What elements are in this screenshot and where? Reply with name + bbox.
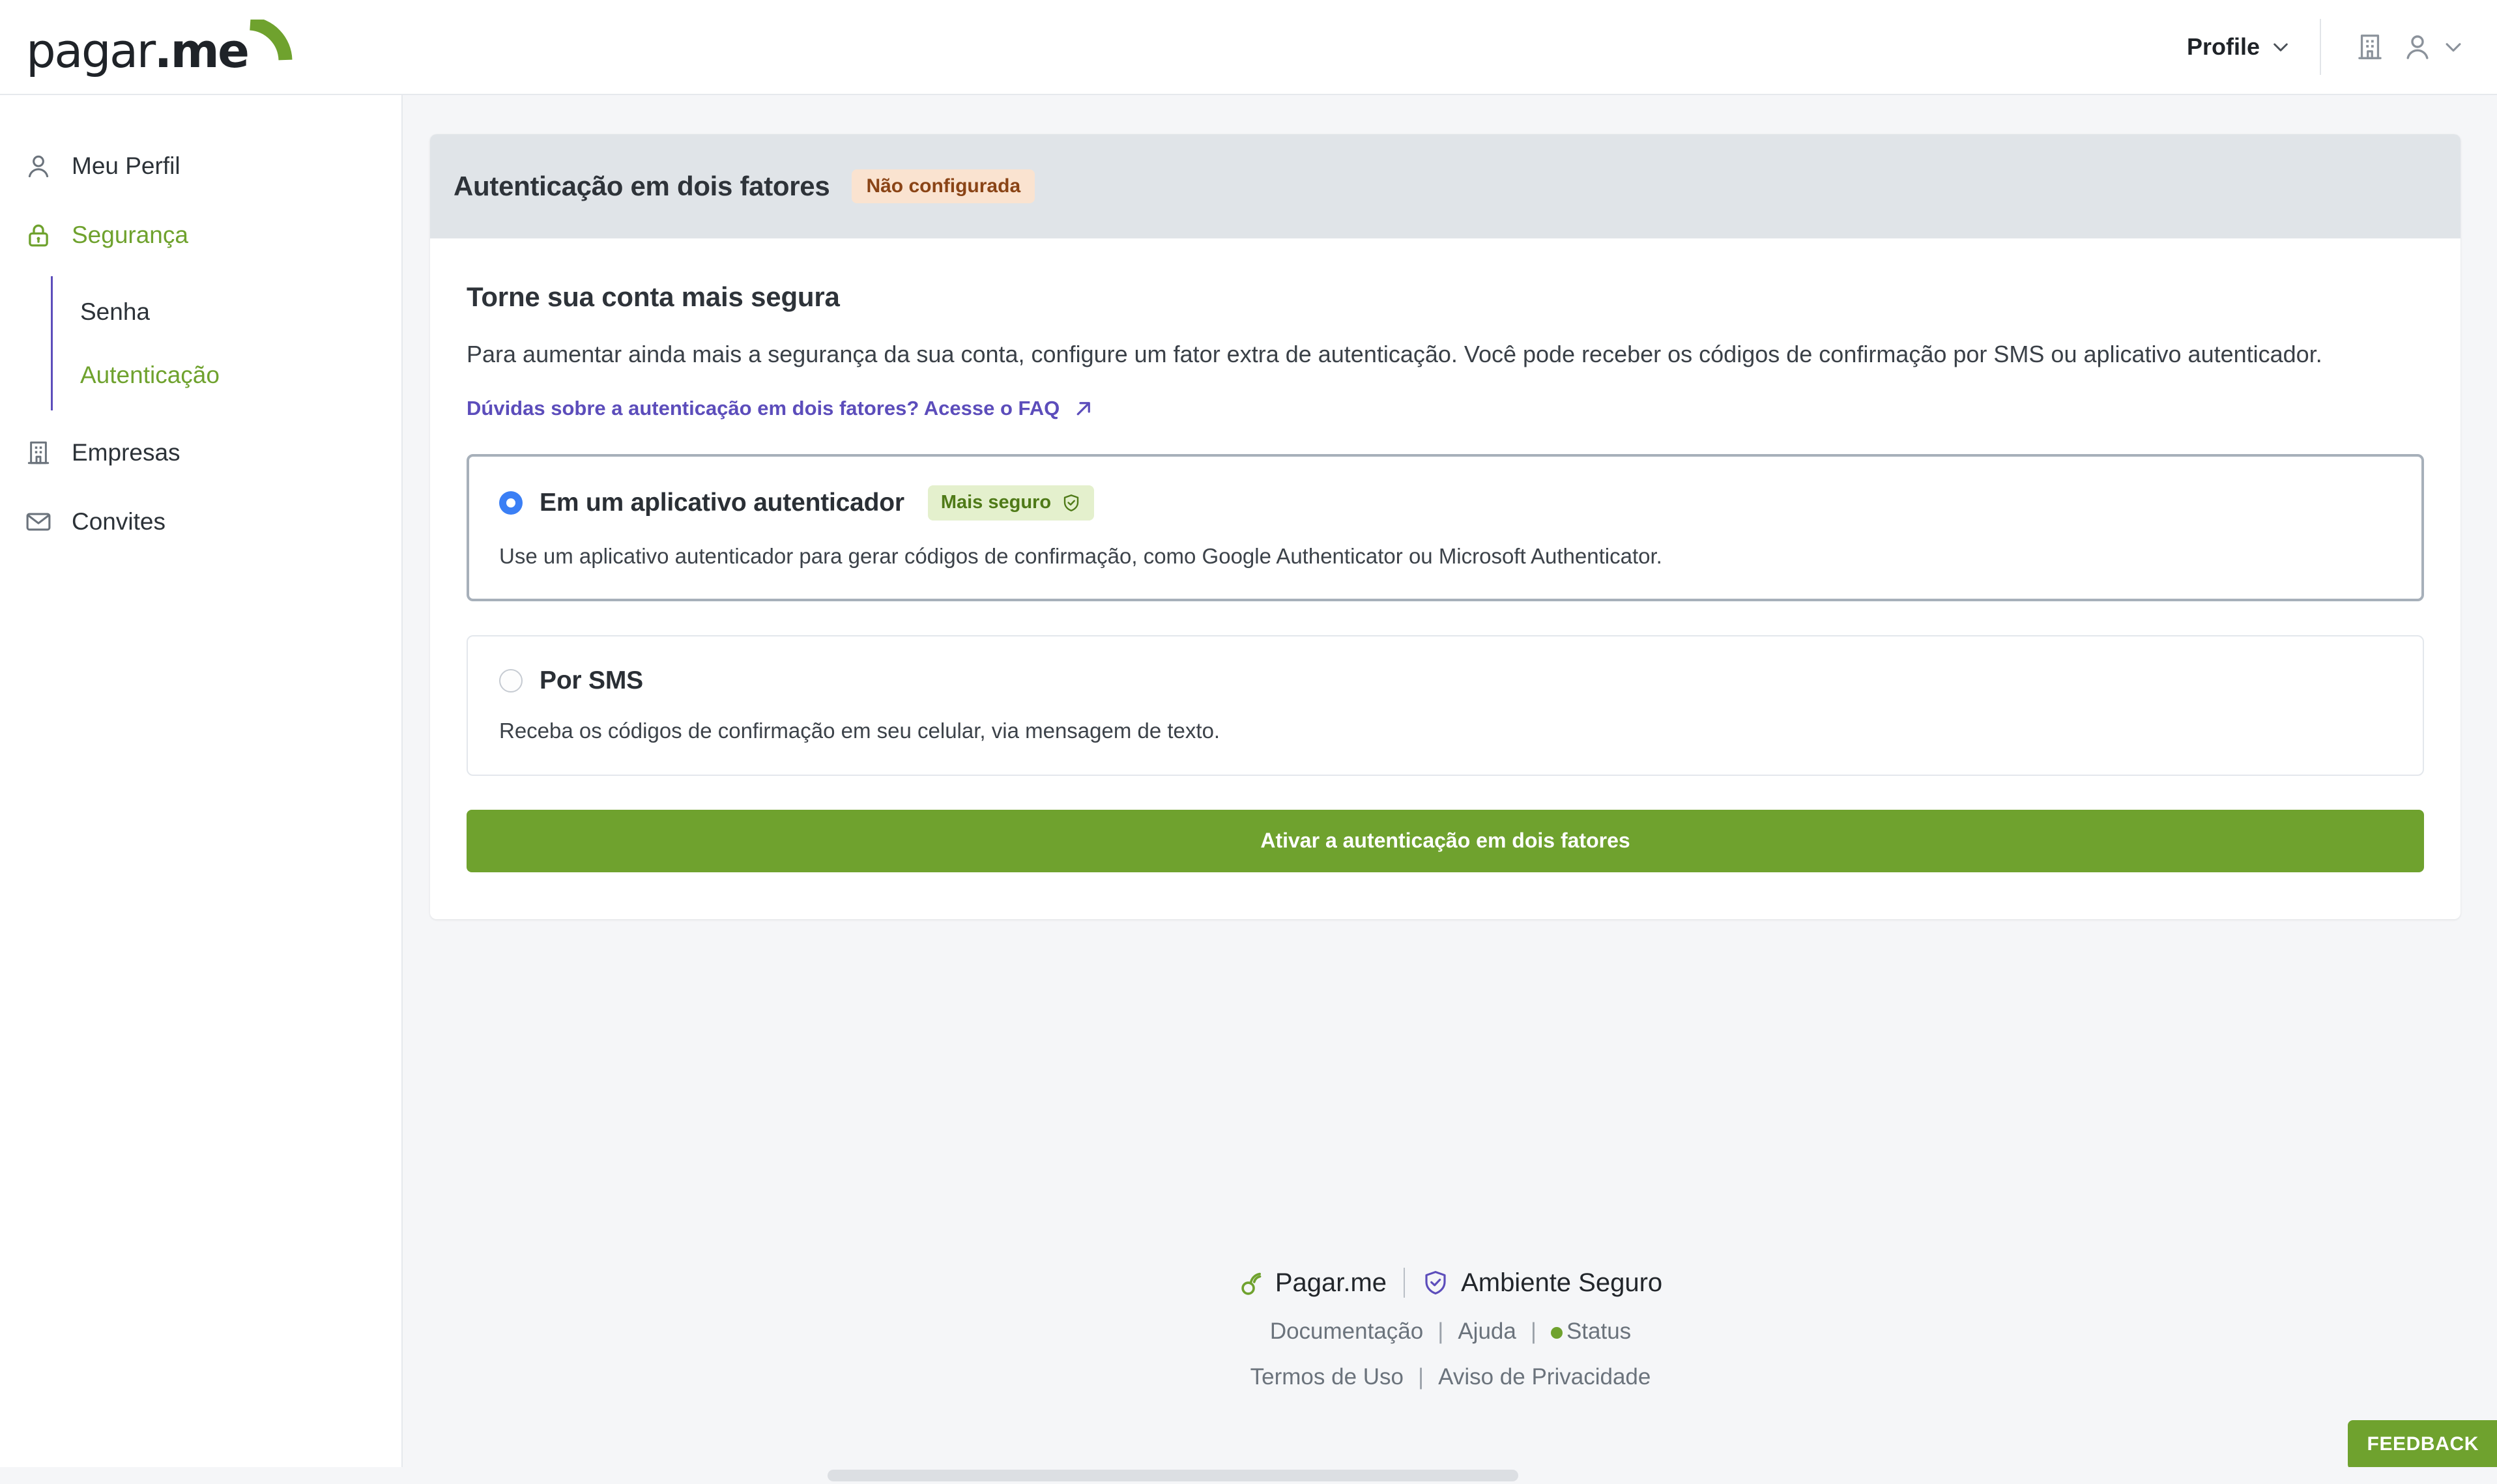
- status-dot-icon: [1550, 1327, 1563, 1339]
- option-header: Por SMS: [499, 666, 2391, 695]
- radio-authenticator-app[interactable]: [499, 491, 523, 515]
- option-description: Receba os códigos de confirmação em seu …: [499, 718, 1220, 743]
- external-link-arrow-icon: [1076, 401, 1091, 415]
- footer-secure-label: Ambiente Seguro: [1461, 1268, 1663, 1297]
- envelope-icon: [23, 507, 53, 537]
- sidebar-item-label: Meu Perfil: [72, 152, 180, 179]
- more-secure-badge: Mais seguro: [927, 485, 1095, 521]
- activate-two-factor-button[interactable]: Ativar a autenticação em dois fatores: [467, 809, 2424, 872]
- status-badge: Não configurada: [852, 169, 1035, 203]
- shield-check-icon: [1425, 1270, 1446, 1295]
- top-bar-actions: Profile: [2165, 0, 2468, 94]
- card-header: Autenticação em dois fatores Não configu…: [430, 134, 2461, 238]
- footer-link-separator: |: [1437, 1319, 1444, 1344]
- footer-link-status[interactable]: Status: [1550, 1319, 1632, 1345]
- sidebar-item-autenticacao[interactable]: Autenticação: [53, 343, 401, 407]
- top-bar-divider: [2320, 19, 2321, 75]
- faq-link-label: Dúvidas sobre a autenticação em dois fat…: [467, 396, 1060, 420]
- shield-check-icon: [1063, 494, 1079, 511]
- option-authenticator-app[interactable]: Em um aplicativo autenticador Mais segur…: [467, 453, 2424, 601]
- section-description: Para aumentar ainda mais a segurança da …: [467, 341, 2322, 367]
- building-icon: [2358, 35, 2382, 59]
- profile-menu-label: Profile: [2186, 33, 2260, 60]
- option-description: Use um aplicativo autenticador para gera…: [499, 543, 1662, 568]
- page-title: Autenticação em dois fatores: [454, 171, 830, 201]
- pagarme-mark-icon: [1241, 1272, 1262, 1295]
- horizontal-scrollbar-thumb[interactable]: [828, 1470, 1518, 1481]
- sidebar: Meu Perfil Segurança Senha Autenticação …: [0, 95, 403, 1484]
- user-menu-button[interactable]: [2402, 31, 2468, 63]
- pagarme-logo[interactable]: pagar.me: [23, 16, 293, 74]
- footer-logo: Pagar.me: [1239, 1268, 1387, 1298]
- faq-link[interactable]: Dúvidas sobre a autenticação em dois fat…: [467, 397, 1093, 420]
- footer-links-row-1: Documentação | Ajuda | Status: [1270, 1319, 1631, 1345]
- sidebar-item-label: Convites: [72, 508, 166, 535]
- user-icon: [23, 151, 53, 181]
- two-factor-card: Autenticação em dois fatores Não configu…: [430, 134, 2461, 919]
- footer-brand-row: Pagar.me Ambiente Seguro: [1239, 1268, 1662, 1298]
- more-secure-badge-label: Mais seguro: [940, 492, 1052, 513]
- footer-links-row-2: Termos de Uso | Aviso de Privacidade: [1250, 1364, 1651, 1390]
- chevron-down-icon: [2273, 43, 2288, 51]
- footer-link-separator: |: [1418, 1364, 1424, 1390]
- sidebar-subitem-label: Autenticação: [80, 362, 220, 388]
- footer-secure-env: Ambiente Seguro: [1422, 1268, 1662, 1298]
- option-label: Em um aplicativo autenticador: [540, 488, 904, 517]
- sidebar-item-label: Segurança: [72, 221, 188, 248]
- footer-brand-label: Pagar.me: [1275, 1268, 1387, 1297]
- sidebar-item-label: Empresas: [72, 439, 180, 466]
- card-body: Torne sua conta mais segura Para aumenta…: [430, 238, 2461, 919]
- sidebar-item-senha[interactable]: Senha: [53, 280, 401, 343]
- footer-divider: [1404, 1268, 1406, 1298]
- footer-link-aviso-de-privacidade[interactable]: Aviso de Privacidade: [1438, 1364, 1651, 1390]
- horizontal-scrollbar[interactable]: [0, 1467, 2497, 1484]
- app-root: pagar.me Profile Meu Perfil Segurança Se…: [0, 0, 2497, 1484]
- footer-link-ajuda[interactable]: Ajuda: [1458, 1319, 1516, 1345]
- footer-link-status-label: Status: [1566, 1319, 1632, 1344]
- profile-menu-button[interactable]: Profile: [2165, 33, 2313, 61]
- user-icon: [2406, 35, 2429, 59]
- chevron-down-icon: [2446, 43, 2461, 52]
- sidebar-item-convites[interactable]: Convites: [0, 487, 401, 556]
- top-bar: pagar.me Profile: [0, 0, 2497, 95]
- footer-link-documentacao[interactable]: Documentação: [1270, 1319, 1423, 1345]
- option-label: Por SMS: [540, 666, 643, 694]
- logo-text-dotme: .me: [154, 23, 250, 78]
- footer-link-separator: |: [1530, 1319, 1537, 1344]
- logo-arc-icon: [245, 16, 293, 68]
- building-icon: [23, 438, 53, 468]
- feedback-button[interactable]: FEEDBACK: [2347, 1420, 2497, 1470]
- radio-sms[interactable]: [499, 668, 523, 692]
- companies-button[interactable]: [2338, 32, 2402, 62]
- logo-text-pagar: pagar: [26, 23, 156, 78]
- footer-link-termos-de-uso[interactable]: Termos de Uso: [1250, 1364, 1404, 1390]
- option-header: Em um aplicativo autenticador Mais segur…: [499, 485, 2391, 521]
- sidebar-item-empresas[interactable]: Empresas: [0, 418, 401, 487]
- sidebar-item-seguranca[interactable]: Segurança: [0, 201, 401, 270]
- sidebar-subitem-label: Senha: [80, 298, 150, 325]
- logo-wordmark: pagar.me: [26, 27, 250, 74]
- footer: Pagar.me Ambiente Seguro Documentação | …: [404, 1268, 2497, 1390]
- lock-icon: [23, 220, 53, 250]
- sidebar-item-meu-perfil[interactable]: Meu Perfil: [0, 132, 401, 201]
- main-content: Autenticação em dois fatores Não configu…: [404, 95, 2497, 1484]
- sidebar-subnav-seguranca: Senha Autenticação: [51, 276, 401, 410]
- section-heading: Torne sua conta mais segura: [467, 281, 840, 312]
- option-sms[interactable]: Por SMS Receba os códigos de confirmação…: [467, 635, 2424, 776]
